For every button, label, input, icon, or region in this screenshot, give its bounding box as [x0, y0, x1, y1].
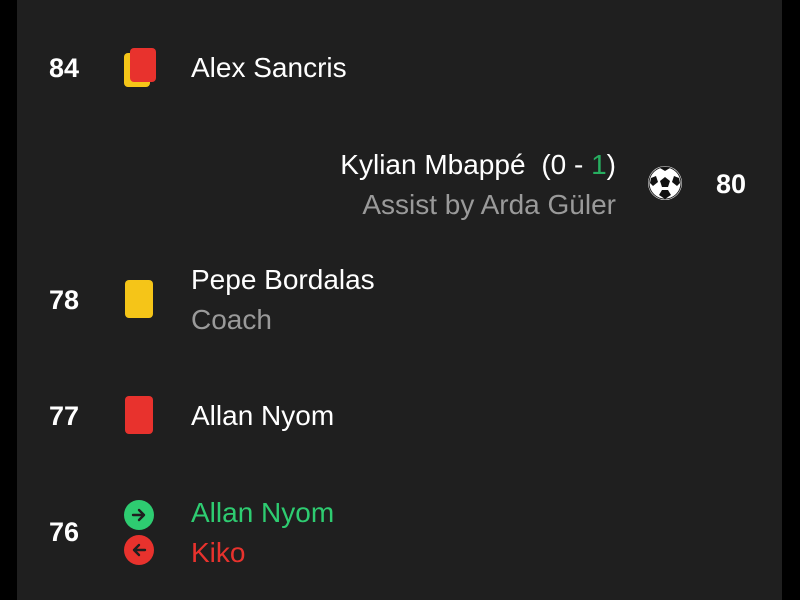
- player-name: Kylian Mbappé: [340, 149, 526, 180]
- score-away: 1: [591, 149, 607, 180]
- score-prefix: (0 -: [541, 149, 592, 180]
- player-out-name: Kiko: [191, 537, 246, 568]
- arrow-right-icon: [124, 500, 154, 530]
- red-card-icon: [125, 396, 153, 434]
- football-icon: [648, 166, 682, 200]
- event-minute: 78: [49, 285, 80, 315]
- event-minute: 76: [49, 517, 80, 547]
- yellow-card-icon: [125, 280, 153, 318]
- player-name: Alex Sancris: [191, 52, 347, 83]
- event-minute: 84: [49, 53, 80, 83]
- goal-scorer: Kylian Mbappé (0 - 1): [340, 148, 616, 182]
- arrow-left-icon: [124, 535, 154, 565]
- player-name: Allan Nyom: [191, 400, 335, 431]
- event-minute: 77: [49, 401, 80, 431]
- player-name: Pepe Bordalas: [191, 264, 375, 295]
- event-minute: 80: [716, 169, 747, 199]
- assist-label: Assist by Arda Güler: [362, 189, 616, 220]
- score-suffix: ): [606, 149, 616, 180]
- role-label: Coach: [191, 304, 272, 335]
- player-in-name: Allan Nyom: [191, 497, 335, 528]
